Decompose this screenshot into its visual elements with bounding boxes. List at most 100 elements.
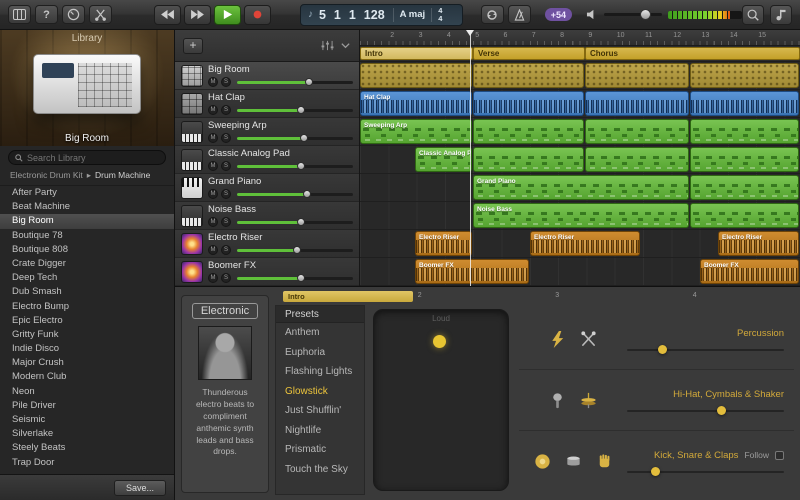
- media-browser-button[interactable]: [770, 4, 793, 25]
- preset-item[interactable]: Anthem: [276, 323, 364, 343]
- preset-item[interactable]: Flashing Lights: [276, 362, 364, 382]
- group-slider[interactable]: [627, 466, 784, 476]
- slider-knob[interactable]: [717, 405, 727, 415]
- add-track-button[interactable]: +: [183, 37, 203, 54]
- arrangement-marker[interactable]: Chorus: [585, 47, 800, 60]
- region[interactable]: Grand Piano: [473, 175, 689, 200]
- library-item[interactable]: Neon: [0, 385, 174, 399]
- library-item[interactable]: Boutique 808: [0, 243, 174, 257]
- group-slider[interactable]: [627, 405, 784, 415]
- library-item[interactable]: Big Room: [0, 214, 174, 229]
- library-search[interactable]: [8, 150, 166, 165]
- library-item[interactable]: Beat Machine: [0, 200, 174, 214]
- volume-slider[interactable]: [237, 246, 353, 254]
- volume-knob[interactable]: [302, 190, 311, 198]
- library-item[interactable]: Silverlake: [0, 427, 174, 441]
- region[interactable]: [690, 63, 799, 88]
- region[interactable]: [473, 119, 584, 144]
- region[interactable]: Electro Riser: [530, 231, 640, 256]
- master-volume-slider[interactable]: [604, 9, 663, 20]
- library-item[interactable]: Modern Club: [0, 370, 174, 384]
- library-item[interactable]: After Party: [0, 186, 174, 200]
- solo-button[interactable]: S: [221, 77, 231, 87]
- volume-knob[interactable]: [296, 106, 305, 114]
- preset-item[interactable]: Glowstick: [276, 382, 364, 402]
- track-header[interactable]: Hat Clap M S: [175, 90, 359, 118]
- library-item[interactable]: Epic Electro: [0, 314, 174, 328]
- mixer-icon[interactable]: [321, 40, 334, 51]
- slider-knob[interactable]: [651, 466, 661, 476]
- track-header[interactable]: Classic Analog Pad M S: [175, 146, 359, 174]
- library-item[interactable]: Gritty Funk: [0, 328, 174, 342]
- preset-item[interactable]: Euphoria: [276, 343, 364, 363]
- region[interactable]: [690, 147, 799, 172]
- volume-slider[interactable]: [237, 274, 353, 282]
- bar-ruler[interactable]: 2 3 4 5 6 7 8 9 10 11 12 13 14 15: [360, 30, 800, 46]
- library-item[interactable]: Crate Digger: [0, 257, 174, 271]
- mute-button[interactable]: M: [208, 217, 218, 227]
- quick-help-button[interactable]: ?: [34, 5, 58, 24]
- record-button[interactable]: [243, 4, 271, 25]
- preset-item[interactable]: Touch the Sky: [276, 460, 364, 480]
- volume-slider[interactable]: [237, 218, 353, 226]
- arrangement-marker[interactable]: Verse: [473, 47, 585, 60]
- follow-checkbox[interactable]: [775, 450, 784, 460]
- region[interactable]: Electro Riser: [415, 231, 472, 256]
- library-item[interactable]: Electro Bump: [0, 300, 174, 314]
- solo-button[interactable]: S: [221, 161, 231, 171]
- solo-button[interactable]: S: [221, 245, 231, 255]
- track-header[interactable]: Boomer FX M S: [175, 258, 359, 286]
- library-item[interactable]: Deep Tech: [0, 271, 174, 285]
- mute-button[interactable]: M: [208, 77, 218, 87]
- mute-button[interactable]: M: [208, 105, 218, 115]
- volume-knob[interactable]: [296, 218, 305, 226]
- track-header[interactable]: Electro Riser M S: [175, 230, 359, 258]
- save-button[interactable]: Save...: [114, 479, 166, 496]
- solo-button[interactable]: S: [221, 273, 231, 283]
- library-item[interactable]: Steely Beats: [0, 441, 174, 455]
- volume-knob[interactable]: [296, 274, 305, 282]
- preset-item[interactable]: Just Shufflin': [276, 401, 364, 421]
- region[interactable]: Classic Analog Pad: [415, 147, 472, 172]
- region[interactable]: Hat Clap: [360, 91, 472, 116]
- region[interactable]: [473, 147, 584, 172]
- region[interactable]: [690, 175, 799, 200]
- library-item[interactable]: Dub Smash: [0, 285, 174, 299]
- library-item[interactable]: Seismic: [0, 413, 174, 427]
- region[interactable]: Boomer FX: [415, 259, 529, 284]
- track-header[interactable]: Big Room M S: [175, 62, 359, 90]
- region[interactable]: [690, 203, 799, 228]
- region[interactable]: [585, 119, 689, 144]
- region[interactable]: [360, 63, 472, 88]
- cycle-button[interactable]: [480, 5, 504, 24]
- library-item[interactable]: Boutique 78: [0, 229, 174, 243]
- solo-button[interactable]: S: [221, 217, 231, 227]
- preset-item[interactable]: Prismatic: [276, 440, 364, 460]
- track-header[interactable]: Noise Bass M S: [175, 202, 359, 230]
- volume-slider[interactable]: [237, 78, 353, 86]
- playhead[interactable]: [466, 30, 474, 286]
- library-item[interactable]: Major Crush: [0, 356, 174, 370]
- region[interactable]: [585, 63, 689, 88]
- region[interactable]: [473, 63, 584, 88]
- mute-button[interactable]: M: [208, 273, 218, 283]
- volume-knob[interactable]: [639, 9, 651, 20]
- smart-controls-button[interactable]: [61, 5, 85, 24]
- track-header[interactable]: Grand Piano M S: [175, 174, 359, 202]
- region[interactable]: [690, 119, 799, 144]
- region[interactable]: [690, 91, 799, 116]
- library-item[interactable]: Indie Disco: [0, 342, 174, 356]
- solo-button[interactable]: S: [221, 105, 231, 115]
- region[interactable]: [585, 147, 689, 172]
- solo-button[interactable]: S: [221, 189, 231, 199]
- preset-item[interactable]: Nightlife: [276, 421, 364, 441]
- volume-slider[interactable]: [237, 162, 353, 170]
- volume-slider[interactable]: [237, 106, 353, 114]
- region[interactable]: Sweeping Arp: [360, 119, 472, 144]
- play-button[interactable]: [213, 4, 241, 25]
- region[interactable]: Electro Riser: [718, 231, 799, 256]
- mute-button[interactable]: M: [208, 189, 218, 199]
- mute-button[interactable]: M: [208, 161, 218, 171]
- rewind-button[interactable]: [153, 4, 181, 25]
- search-input[interactable]: [27, 152, 159, 163]
